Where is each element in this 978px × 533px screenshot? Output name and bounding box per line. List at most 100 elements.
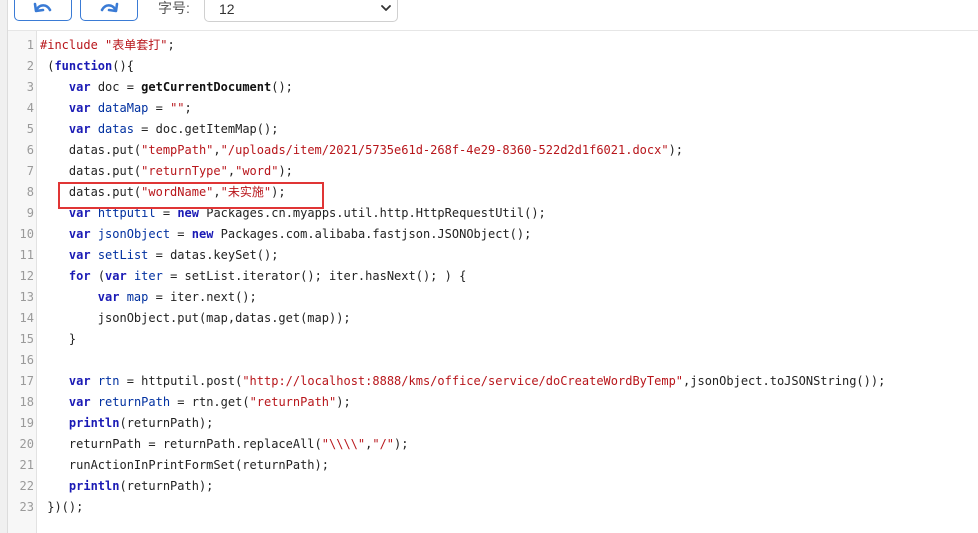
- font-size-label: 字号:: [158, 0, 190, 16]
- code-line[interactable]: 10 var jsonObject = new Packages.com.ali…: [8, 224, 978, 245]
- line-number: 21: [19, 458, 34, 472]
- code-text: var rtn = httputil.post("http://localhos…: [40, 371, 885, 392]
- line-number: 22: [19, 479, 34, 493]
- code-token: setList: [90, 248, 149, 262]
- line-number: 1: [26, 38, 34, 52]
- code-token: "returnType": [141, 164, 228, 178]
- line-number: 20: [19, 437, 34, 451]
- code-token: );: [278, 164, 293, 178]
- code-token: var: [68, 248, 91, 262]
- code-text: println(returnPath);: [40, 476, 214, 497]
- code-line[interactable]: 7 datas.put("returnType","word");: [8, 161, 978, 182]
- code-line[interactable]: 3 var doc = getCurrentDocument();: [8, 77, 978, 98]
- line-number: 4: [26, 101, 34, 115]
- code-line[interactable]: 22 println(returnPath);: [8, 476, 978, 497]
- code-token: = setList.iterator(); iter.hasNext(); ) …: [162, 269, 467, 283]
- line-number: 6: [26, 143, 34, 157]
- code-text: var datas = doc.getItemMap();: [40, 119, 279, 140]
- code-token: var: [97, 290, 120, 304]
- undo-icon: [33, 2, 52, 12]
- redo-icon: [100, 2, 119, 12]
- code-token: var: [68, 101, 91, 115]
- code-token: })();: [40, 500, 84, 514]
- code-token: println: [68, 416, 120, 430]
- line-number: 7: [26, 164, 34, 178]
- code-line[interactable]: 2 (function(){: [8, 56, 978, 77]
- undo-button[interactable]: [14, 0, 72, 21]
- line-number: 5: [26, 122, 34, 136]
- line-number: 18: [19, 395, 34, 409]
- code-token: (: [90, 269, 106, 283]
- code-token: );: [394, 437, 409, 451]
- code-token: = datas.keySet();: [148, 248, 279, 262]
- code-line[interactable]: 17 var rtn = httputil.post("http://local…: [8, 371, 978, 392]
- code-text: println(returnPath);: [40, 413, 214, 434]
- code-line[interactable]: 23 })();: [8, 497, 978, 518]
- line-number: 15: [19, 332, 34, 346]
- code-token: ,: [227, 164, 236, 178]
- code-text: runActionInPrintFormSet(returnPath);: [40, 455, 329, 476]
- code-line[interactable]: 20 returnPath = returnPath.replaceAll("\…: [8, 434, 978, 455]
- line-number: 12: [19, 269, 34, 283]
- code-line[interactable]: 11 var setList = datas.keySet();: [8, 245, 978, 266]
- code-token: ;: [167, 38, 175, 52]
- code-token: var: [68, 227, 91, 241]
- code-line[interactable]: 12 for (var iter = setList.iterator(); i…: [8, 266, 978, 287]
- code-token: Packages.com.alibaba.fastjson.JSONObject…: [213, 227, 532, 241]
- left-panel-edge: [0, 0, 8, 533]
- code-token: = httputil.post(: [119, 374, 243, 388]
- chevron-down-icon: [381, 5, 391, 11]
- code-line[interactable]: 5 var datas = doc.getItemMap();: [8, 119, 978, 140]
- code-token: "表单套打": [105, 38, 168, 52]
- code-token: var: [68, 374, 91, 388]
- code-token: datas.put(: [40, 143, 142, 157]
- code-token: new: [191, 227, 214, 241]
- code-token: jsonObject: [90, 227, 171, 241]
- code-line[interactable]: 15 }: [8, 329, 978, 350]
- code-token: "\\\\": [321, 437, 366, 451]
- code-token: );: [336, 395, 351, 409]
- code-token: println: [68, 479, 120, 493]
- code-token: returnPath = returnPath.replaceAll(: [40, 437, 322, 451]
- code-token: (: [40, 59, 55, 73]
- code-text: var dataMap = "";: [40, 98, 192, 119]
- code-text: datas.put("returnType","word");: [40, 161, 293, 182]
- font-size-select[interactable]: 12: [204, 0, 398, 22]
- line-number: 17: [19, 374, 34, 388]
- code-text: datas.put("tempPath","/uploads/item/2021…: [40, 140, 683, 161]
- code-token: "tempPath": [141, 143, 214, 157]
- code-line[interactable]: 21 runActionInPrintFormSet(returnPath);: [8, 455, 978, 476]
- code-token: "/": [372, 437, 395, 451]
- code-line[interactable]: 1 #include "表单套打";: [8, 35, 978, 56]
- code-line[interactable]: 19 println(returnPath);: [8, 413, 978, 434]
- code-token: #include: [40, 38, 106, 52]
- redo-button[interactable]: [80, 0, 138, 21]
- code-line[interactable]: 16: [8, 350, 978, 371]
- line-number: 8: [26, 185, 34, 199]
- code-text: var map = iter.next();: [40, 287, 257, 308]
- code-line[interactable]: 14 jsonObject.put(map,datas.get(map));: [8, 308, 978, 329]
- code-line[interactable]: 18 var returnPath = rtn.get("returnPath"…: [8, 392, 978, 413]
- code-line[interactable]: 13 var map = iter.next();: [8, 287, 978, 308]
- code-token: map: [119, 290, 149, 304]
- code-token: "http://localhost:8888/kms/office/servic…: [242, 374, 684, 388]
- code-line[interactable]: 4 var dataMap = "";: [8, 98, 978, 119]
- code-token: (){: [112, 59, 134, 73]
- line-number: 11: [19, 248, 34, 262]
- code-editor[interactable]: 1 #include "表单套打"; 2 (function(){3 var doc…: [8, 31, 978, 533]
- line-number: 14: [19, 311, 34, 325]
- code-text: #include "表单套打";: [40, 35, 175, 56]
- code-token: doc =: [90, 80, 142, 94]
- code-text: jsonObject.put(map,datas.get(map));: [40, 308, 351, 329]
- code-text: (function(){: [40, 56, 134, 77]
- line-number: 23: [19, 500, 34, 514]
- code-line[interactable]: 6 datas.put("tempPath","/uploads/item/20…: [8, 140, 978, 161]
